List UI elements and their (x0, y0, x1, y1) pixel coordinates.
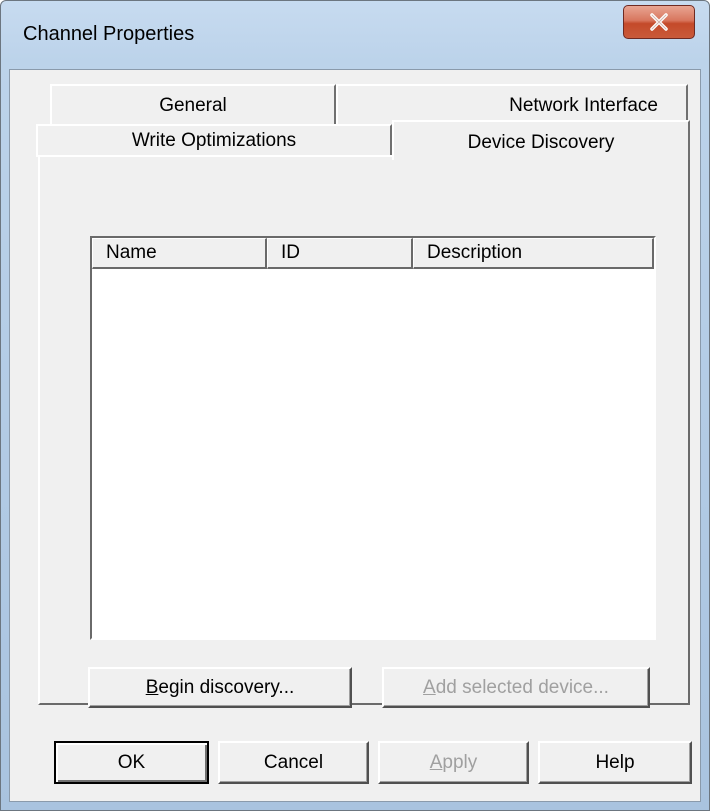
close-button[interactable] (623, 5, 695, 39)
column-header-description[interactable]: Description (413, 238, 654, 269)
title-bar[interactable]: Channel Properties (1, 1, 709, 69)
help-label: Help (595, 751, 635, 773)
dialog-client: General Network Interface Write Optimiza… (9, 69, 701, 802)
ok-button[interactable]: OK (54, 741, 209, 784)
cancel-button[interactable]: Cancel (218, 741, 369, 784)
add-selected-device-label: dd selected device... (435, 676, 609, 698)
column-header-name[interactable]: Name (92, 238, 267, 269)
apply-label: pply (442, 751, 478, 773)
dialog-window: Channel Properties General Network Inter… (0, 0, 710, 811)
begin-discovery-label: egin discovery... (158, 676, 295, 698)
device-list-header: Name ID Description (92, 238, 654, 269)
tab-write-optimizations-label: Write Optimizations (131, 130, 297, 151)
add-selected-device-button[interactable]: Add selected device... (382, 667, 650, 708)
apply-button[interactable]: Apply (378, 741, 529, 784)
column-header-id[interactable]: ID (267, 238, 413, 269)
tab-write-optimizations[interactable]: Write Optimizations (36, 124, 392, 157)
begin-discovery-mnemonic: B (145, 676, 159, 698)
apply-mnemonic: A (429, 751, 443, 773)
ok-label: OK (117, 751, 146, 773)
tab-network-interface-label: Network Interface (509, 95, 658, 116)
window-title: Channel Properties (23, 23, 195, 45)
help-button[interactable]: Help (538, 741, 692, 784)
close-x-icon (650, 13, 668, 31)
tab-general[interactable]: General (50, 84, 336, 124)
add-selected-device-mnemonic: A (423, 676, 436, 698)
tab-general-label: General (159, 95, 227, 116)
tab-device-discovery-label: Device Discovery (467, 132, 615, 153)
tab-device-discovery[interactable]: Device Discovery (392, 120, 690, 160)
device-list[interactable]: Name ID Description (90, 236, 656, 640)
device-discovery-page: Name ID Description Begin discovery... A… (38, 155, 690, 708)
cancel-label: Cancel (263, 751, 324, 773)
tab-network-interface[interactable]: Network Interface (336, 84, 688, 124)
begin-discovery-button[interactable]: Begin discovery... (88, 667, 352, 708)
